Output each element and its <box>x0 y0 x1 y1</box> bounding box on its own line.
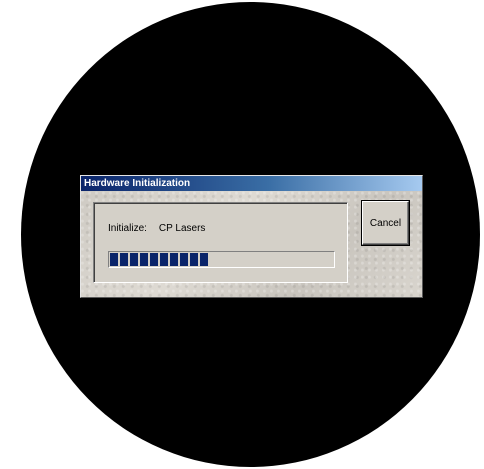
status-value: CP Lasers <box>158 223 206 234</box>
progress-track <box>110 253 333 266</box>
cancel-button[interactable]: Cancel <box>362 201 409 245</box>
dialog-title: Hardware Initialization <box>84 178 191 189</box>
status-row: Initialize: CP Lasers <box>108 223 205 235</box>
hardware-initialization-dialog: Hardware Initialization Initialize: CP La… <box>80 175 423 298</box>
progress-fill <box>110 253 211 266</box>
screen: Hardware Initialization Initialize: CP La… <box>0 0 484 469</box>
progress-bar <box>108 251 335 268</box>
dialog-titlebar[interactable]: Hardware Initialization <box>81 176 422 191</box>
cancel-button-label: Cancel <box>369 217 402 229</box>
dialog-client-area: Initialize: CP Lasers Cancel <box>81 191 422 297</box>
status-panel: Initialize: CP Lasers <box>93 202 348 283</box>
status-label: Initialize: <box>108 223 147 234</box>
